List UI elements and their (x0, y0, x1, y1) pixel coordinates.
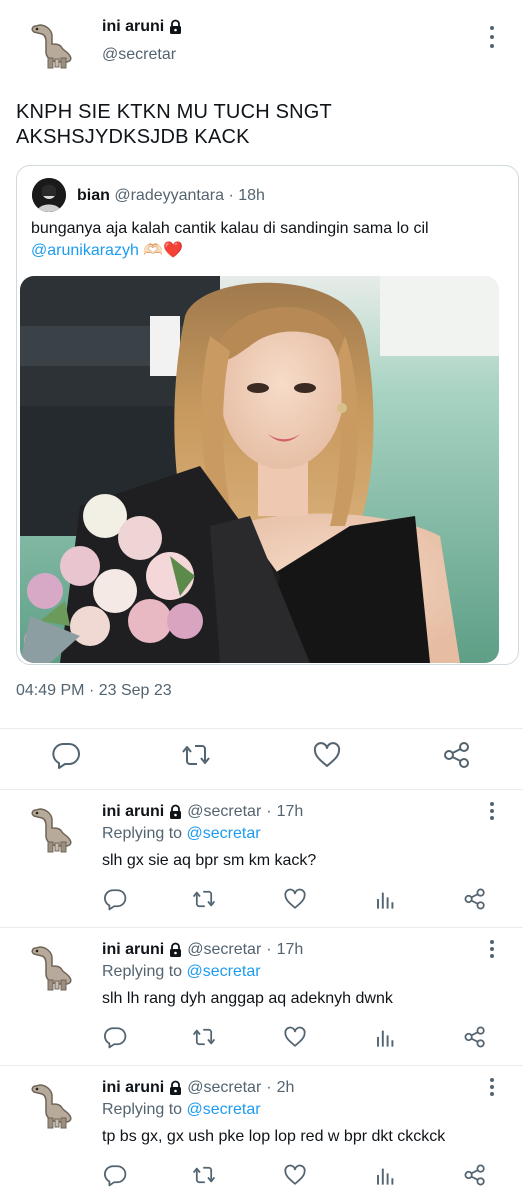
quote-author-handle[interactable]: @radeyyantara (114, 187, 224, 204)
retweet-icon[interactable] (192, 1163, 216, 1187)
share-icon[interactable] (463, 1163, 487, 1187)
author-handle[interactable]: @secretar (102, 46, 176, 64)
tweet-action-bar (0, 728, 523, 778)
views-icon[interactable] (374, 1025, 398, 1049)
quote-avatar-image (32, 178, 66, 212)
reply-tweet[interactable]: ini aruni @secretar · 17h Replying to @s… (0, 928, 523, 1066)
replying-to-label: Replying to (102, 963, 183, 980)
author-name[interactable]: ini aruni (102, 803, 164, 821)
quote-mention-link[interactable]: @arunikarazyh (31, 242, 139, 259)
header-separator: · (266, 941, 272, 958)
more-icon[interactable] (486, 802, 498, 820)
reply-icon[interactable] (103, 1163, 127, 1187)
avatar[interactable] (22, 802, 76, 856)
more-icon[interactable] (486, 940, 498, 958)
author-name-row: ini aruni (102, 18, 183, 36)
reply-tweet[interactable]: ini aruni @secretar · 2h Replying to @se… (0, 1066, 523, 1200)
quote-emoji: 🫶🏻❤️ (143, 242, 184, 259)
quote-photo[interactable] (20, 276, 499, 663)
replying-to: Replying to @secretar (102, 1101, 261, 1119)
avatar[interactable] (22, 18, 76, 72)
header-separator: · (266, 1079, 272, 1096)
retweet-icon[interactable] (192, 1025, 216, 1049)
author-handle[interactable]: @secretar (187, 1079, 261, 1097)
views-icon[interactable] (374, 1163, 398, 1187)
reply-header: ini aruni @secretar · 2h (102, 1079, 294, 1097)
reply-text: slh gx sie aq bpr sm km kack? (102, 852, 317, 869)
views-icon[interactable] (374, 887, 398, 911)
share-icon[interactable] (463, 1025, 487, 1049)
avatar[interactable] (22, 1078, 76, 1132)
replying-to-mention[interactable]: @secretar (187, 1101, 261, 1118)
more-icon[interactable] (486, 1078, 498, 1096)
reply-time: 17h (276, 941, 304, 958)
avatar[interactable] (22, 940, 76, 994)
tweet-time: 04:49 PM (16, 682, 85, 699)
share-icon[interactable] (442, 740, 472, 770)
retweet-icon[interactable] (192, 887, 216, 911)
tweet-timestamp[interactable]: 04:49 PM · 23 Sep 23 (16, 682, 172, 700)
reply-text: tp bs gx, gx ush pke lop lop red w bpr d… (102, 1128, 446, 1145)
lock-icon (168, 19, 183, 35)
lock-icon (168, 942, 183, 958)
header-separator: · (266, 803, 272, 820)
reply-header: ini aruni @secretar · 17h (102, 941, 303, 959)
retweet-icon[interactable] (181, 740, 211, 770)
portrait-with-flowers-image (20, 276, 499, 663)
dinosaur-avatar-image (22, 802, 76, 856)
author-name[interactable]: ini aruni (102, 941, 164, 959)
main-tweet: ini aruni @secretar KNPH SIE KTKN MU TUC… (0, 0, 523, 790)
reply-tweet[interactable]: ini aruni @secretar · 17h Replying to @s… (0, 790, 523, 928)
quote-header: bian @radeyyantara · 18h (77, 187, 265, 205)
reply-time: 17h (276, 803, 304, 820)
quote-time: 18h (238, 187, 265, 204)
lock-icon (168, 804, 183, 820)
quoted-tweet[interactable]: bian @radeyyantara · 18h bunganya aja ka… (16, 165, 519, 665)
reply-icon[interactable] (103, 1025, 127, 1049)
replying-to-label: Replying to (102, 825, 183, 842)
quote-author-name[interactable]: bian (77, 187, 110, 204)
like-icon[interactable] (283, 1163, 307, 1187)
author-name[interactable]: ini aruni (102, 1079, 164, 1097)
quote-text: bunganya aja kalah cantik kalau di sandi… (31, 218, 501, 262)
dinosaur-avatar-image (22, 18, 76, 72)
quote-body: bunganya aja kalah cantik kalau di sandi… (31, 220, 429, 237)
author-handle[interactable]: @secretar (187, 803, 261, 821)
like-icon[interactable] (283, 1025, 307, 1049)
tweet-date: 23 Sep 23 (98, 682, 172, 699)
timestamp-separator: · (88, 682, 95, 699)
replying-to-label: Replying to (102, 1101, 183, 1118)
more-icon[interactable] (486, 26, 498, 48)
author-name[interactable]: ini aruni (102, 18, 164, 36)
dinosaur-avatar-image (22, 940, 76, 994)
reply-icon[interactable] (51, 740, 81, 770)
author-handle[interactable]: @secretar (187, 941, 261, 959)
replying-to-mention[interactable]: @secretar (187, 825, 261, 842)
replying-to: Replying to @secretar (102, 825, 261, 843)
reply-time: 2h (276, 1079, 295, 1096)
lock-icon (168, 1080, 183, 1096)
quote-author-avatar[interactable] (32, 178, 66, 212)
reply-header: ini aruni @secretar · 17h (102, 803, 303, 821)
like-icon[interactable] (283, 887, 307, 911)
share-icon[interactable] (463, 887, 487, 911)
replying-to-mention[interactable]: @secretar (187, 963, 261, 980)
dinosaur-avatar-image (22, 1078, 76, 1132)
reply-text: slh lh rang dyh anggap aq adeknyh dwnk (102, 990, 393, 1007)
reply-icon[interactable] (103, 887, 127, 911)
tweet-text: KNPH SIE KTKN MU TUCH SNGT AKSHSJYDKSJDB… (16, 101, 332, 148)
replying-to: Replying to @secretar (102, 963, 261, 981)
quote-separator: · (228, 187, 234, 204)
like-icon[interactable] (312, 740, 342, 770)
